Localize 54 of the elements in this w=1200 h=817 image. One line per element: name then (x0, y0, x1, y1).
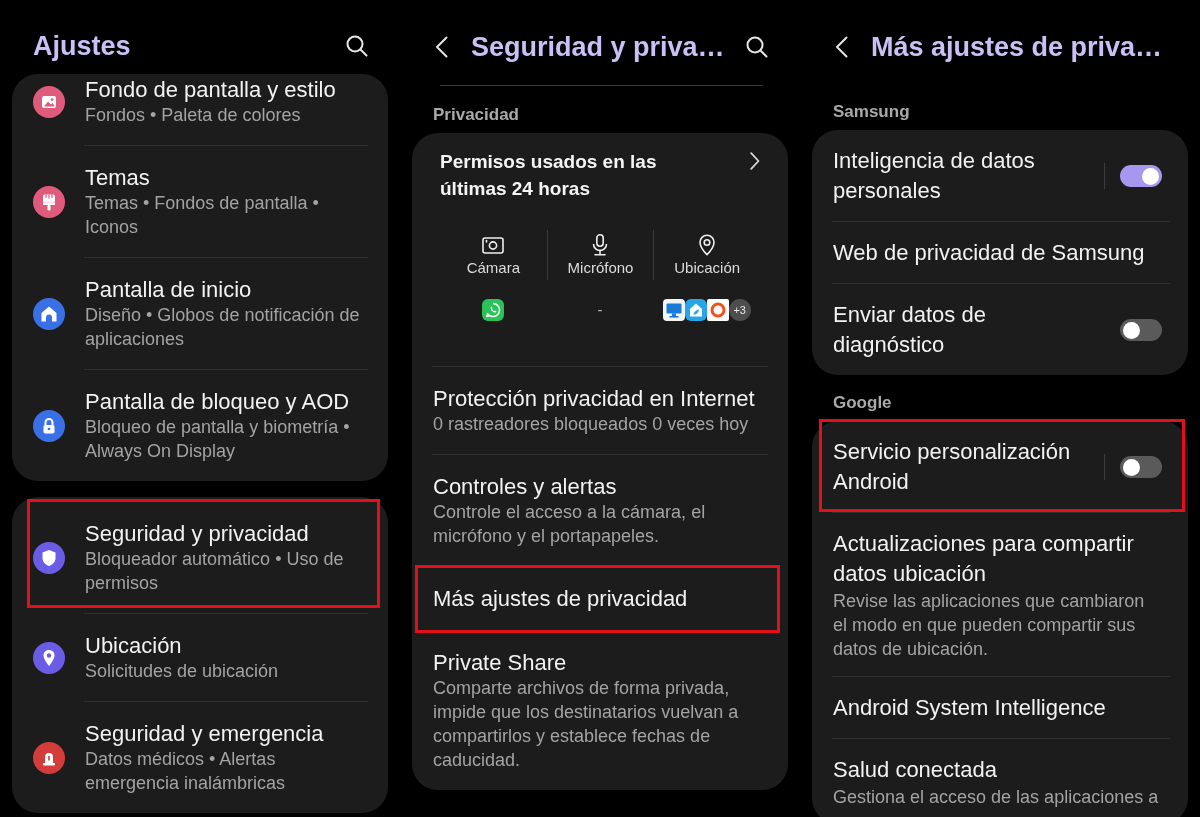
item-subtitle: Fondos • Paleta de colores (85, 104, 302, 127)
item-title[interactable]: Ubicación (85, 632, 370, 659)
section-label: Samsung (832, 101, 911, 123)
section-label: Google (832, 392, 893, 414)
item-title[interactable]: Temas (85, 164, 370, 191)
item-subtitle: Revise las aplicaciones que cambiaron el modo en que pueden compartir sus datos de ubicación. (833, 590, 1146, 661)
item-title[interactable]: Enviar datos de diagnóstico (833, 300, 1100, 360)
search-icon[interactable] (746, 35, 768, 58)
permission-label: Micrófono (567, 258, 634, 278)
phone-chat-icon (482, 299, 505, 321)
item-subtitle: Controle el acceso a la cámara, el micrófono y el portapapeles. (433, 501, 707, 548)
more-apps-count: +3 (728, 299, 751, 321)
back-icon[interactable] (835, 36, 848, 58)
item-title[interactable]: Private Share (433, 649, 767, 676)
item-title[interactable]: Protección privacidad en Internet (433, 385, 767, 412)
toggle-switch[interactable] (1120, 319, 1162, 341)
screen-title: Seguridad y priva… (471, 30, 726, 64)
item-subtitle: Bloqueador automático • Uso de permisos (85, 548, 345, 595)
chevron-right-icon[interactable] (750, 152, 760, 170)
search-icon[interactable] (346, 35, 368, 57)
item-subtitle: Bloqueo de pantalla y biometría • Always On Display (85, 416, 351, 463)
monitor-app-icon (662, 299, 685, 321)
item-title[interactable]: Fondo de pantalla y estilo (85, 76, 370, 103)
item-title[interactable]: Inteligencia de datos personales (833, 146, 1092, 206)
item-title[interactable]: Controles y alertas (433, 473, 767, 500)
item-subtitle: 0 rastreadores bloqueados 0 veces hoy (433, 413, 750, 436)
leaf-app-icon (684, 299, 707, 321)
item-title[interactable]: Seguridad y emergencia (85, 720, 370, 747)
item-subtitle: Comparte archivos de forma privada, impide que los destinatarios vuelvan a compartirlos y establece fechas de caducidad. (433, 677, 740, 772)
back-icon[interactable] (435, 35, 448, 58)
screen-title: Ajustes (33, 30, 132, 63)
item-subtitle: Datos médicos • Alertas emergencia inalámbricas (85, 748, 287, 795)
item-title[interactable]: Salud conectada (833, 755, 1162, 785)
permissions-title[interactable]: Permisos usados en las últimas 24 horas (440, 148, 695, 202)
item-title[interactable]: Pantalla de bloqueo y AOD (85, 388, 370, 415)
permission-label: Cámara (466, 258, 520, 278)
section-label: Privacidad (432, 104, 520, 126)
item-title[interactable]: Actualizaciones para compartir datos ubicación (833, 529, 1162, 589)
ring-app-icon (706, 299, 729, 321)
item-subtitle: Temas • Fondos de pantalla • Iconos (85, 192, 320, 239)
item-subtitle: Solicitudes de ubicación (85, 660, 280, 683)
item-title[interactable]: Seguridad y privacidad (85, 520, 370, 547)
no-usage-text: - (597, 300, 603, 320)
item-subtitle: Diseño • Globos de notificación de aplicaciones (85, 304, 361, 351)
item-subtitle: Gestiona el acceso de las aplicaciones a (833, 786, 1160, 809)
permission-label: Ubicación (674, 258, 741, 278)
item-title[interactable]: Servicio personalización Android (833, 437, 1092, 497)
screen-title: Más ajustes de priva… (871, 31, 1164, 64)
toggle-switch[interactable] (1120, 165, 1162, 187)
item-title[interactable]: Pantalla de inicio (85, 276, 370, 303)
item-title[interactable]: Android System Intelligence (833, 693, 1162, 723)
item-title[interactable]: Web de privacidad de Samsung (833, 238, 1162, 268)
item-title[interactable]: Más ajustes de privacidad (433, 585, 767, 612)
toggle-switch[interactable] (1120, 456, 1162, 478)
